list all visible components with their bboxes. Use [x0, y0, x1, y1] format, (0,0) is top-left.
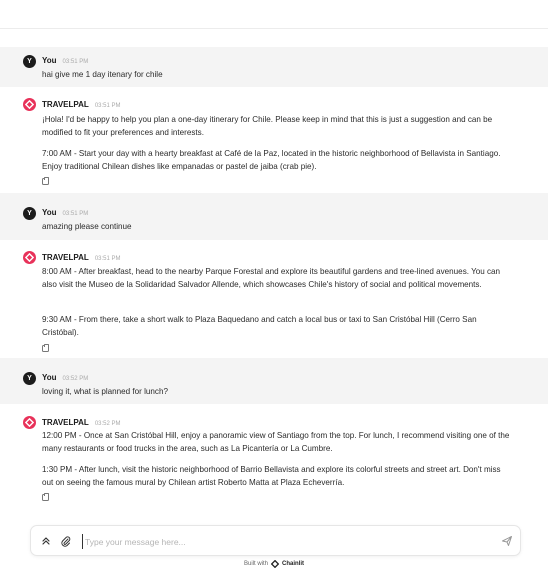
message-text: hai give me 1 day itenary for chile — [42, 70, 163, 79]
travelpal-avatar — [23, 98, 36, 111]
footer: Built with Chainlit — [0, 560, 548, 568]
chainlit-logo-icon — [25, 100, 34, 109]
user-avatar: Y — [23, 207, 36, 220]
chainlit-logo-icon — [271, 560, 279, 568]
copy-icon[interactable] — [42, 493, 49, 501]
message-paragraph: 1:30 PM - After lunch, visit the histori… — [42, 465, 501, 487]
message-paragraph: 12:00 PM - Once at San Cristóbal Hill, e… — [42, 431, 510, 453]
brand-name[interactable]: Chainlit — [282, 561, 304, 567]
message-paragraph: 9:30 AM - From there, take a short walk … — [42, 315, 477, 337]
message-paragraph: ¡Hola! I'd be happy to help you plan a o… — [42, 115, 493, 137]
timestamp: 03:51 PM — [94, 256, 121, 262]
author-name: You — [42, 208, 57, 217]
user-avatar: Y — [23, 372, 36, 385]
message-text: amazing please continue — [42, 222, 132, 231]
built-with-label: Built with — [243, 561, 268, 567]
timestamp: 03:51 PM — [62, 59, 89, 65]
chevrons-up-icon[interactable] — [40, 535, 52, 547]
timestamp: 03:52 PM — [62, 376, 89, 382]
author-name: TRAVELPAL — [42, 418, 89, 427]
message-header: TRAVELPAL 03:52 PM — [42, 418, 121, 427]
send-icon[interactable] — [501, 535, 513, 547]
message-header: TRAVELPAL 03:51 PM — [42, 100, 121, 109]
user-message: Y You 03:51 PM amazing please continue — [0, 193, 548, 240]
chat-thread: Y You 03:51 PM hai give me 1 day itenary… — [0, 37, 548, 513]
timestamp: 03:51 PM — [94, 103, 121, 109]
bot-message: TRAVELPAL 03:51 PM ¡Hola! I'd be happy t… — [0, 87, 548, 193]
message-input[interactable] — [82, 534, 482, 549]
timestamp: 03:52 PM — [94, 421, 121, 427]
bot-message: TRAVELPAL 03:52 PM 12:00 PM - Once at Sa… — [0, 404, 548, 512]
copy-icon[interactable] — [42, 177, 49, 185]
message-header: You 03:51 PM — [42, 208, 88, 217]
author-name: TRAVELPAL — [42, 100, 89, 109]
user-message: Y You 03:51 PM hai give me 1 day itenary… — [0, 47, 548, 87]
chainlit-logo-icon — [25, 253, 34, 262]
timestamp: 03:51 PM — [62, 211, 89, 217]
user-message: Y You 03:52 PM loving it, what is planne… — [0, 358, 548, 404]
travelpal-avatar — [23, 251, 36, 264]
author-name: You — [42, 56, 57, 65]
message-header: TRAVELPAL 03:51 PM — [42, 253, 121, 262]
message-header: You 03:52 PM — [42, 373, 88, 382]
travelpal-avatar — [23, 416, 36, 429]
message-composer — [30, 525, 521, 556]
user-avatar: Y — [23, 55, 36, 68]
message-text: loving it, what is planned for lunch? — [42, 387, 168, 396]
author-name: TRAVELPAL — [42, 253, 89, 262]
bot-message: TRAVELPAL 03:51 PM 8:00 AM - After break… — [0, 240, 548, 358]
message-paragraph: 7:00 AM - Start your day with a hearty b… — [42, 149, 501, 171]
message-paragraph: 8:00 AM - After breakfast, head to the n… — [42, 267, 501, 289]
message-header: You 03:51 PM — [42, 56, 88, 65]
top-bar — [0, 0, 548, 29]
paperclip-icon[interactable] — [60, 535, 72, 547]
copy-icon[interactable] — [42, 344, 49, 352]
chainlit-logo-icon — [25, 418, 34, 427]
author-name: You — [42, 373, 57, 382]
